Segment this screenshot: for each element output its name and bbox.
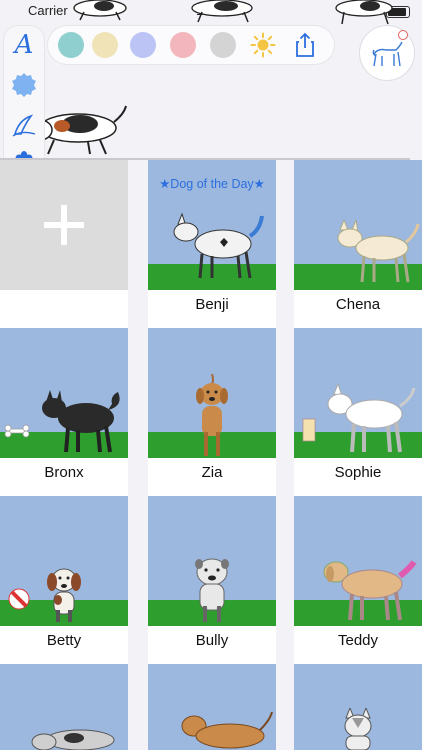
dog-scene bbox=[148, 328, 276, 458]
dog-card-zia[interactable]: Zia bbox=[148, 328, 276, 496]
dog-card-benji[interactable]: ★Dog of the Day★ Benji bbox=[148, 160, 276, 328]
dog-name: Bully bbox=[195, 632, 229, 649]
add-dog-tile[interactable] bbox=[0, 160, 128, 328]
dog-scene bbox=[294, 664, 422, 750]
dog-scene: ★Dog of the Day★ bbox=[148, 160, 276, 290]
share-icon[interactable] bbox=[290, 30, 320, 60]
dog-illustration bbox=[31, 729, 115, 750]
bone-toy bbox=[4, 424, 30, 438]
notification-badge bbox=[398, 30, 408, 40]
dog-name: Teddy bbox=[337, 632, 379, 649]
dog-card-betty[interactable]: Betty bbox=[0, 496, 128, 664]
dog-card-teddy[interactable]: Teddy bbox=[294, 496, 422, 664]
color-swatch-pink[interactable] bbox=[170, 32, 196, 58]
color-swatch-lavender[interactable] bbox=[130, 32, 156, 58]
dog-illustration bbox=[181, 711, 273, 749]
dog-scene bbox=[0, 496, 128, 626]
dog-of-the-day-label: ★Dog of the Day★ bbox=[159, 177, 265, 191]
header: Carrier 1:44 PM bbox=[0, 0, 422, 182]
dog-illustration bbox=[323, 560, 417, 621]
treat-jar bbox=[302, 418, 316, 442]
dog-illustration bbox=[195, 558, 229, 622]
dog-illustration bbox=[173, 212, 264, 279]
dog-scene bbox=[0, 328, 128, 458]
dog-illustration bbox=[42, 390, 120, 453]
dog-card-partial[interactable] bbox=[148, 664, 276, 750]
dog-scene bbox=[148, 496, 276, 626]
font-icon[interactable]: A bbox=[9, 30, 39, 60]
color-swatch-teal[interactable] bbox=[58, 32, 84, 58]
sun-icon[interactable] bbox=[248, 30, 278, 60]
dog-illustration bbox=[327, 384, 416, 453]
ball-toy bbox=[8, 588, 30, 610]
dog-name: Chena bbox=[335, 296, 381, 313]
dog-card-chena[interactable]: Chena bbox=[294, 160, 422, 328]
profile-avatar-button[interactable] bbox=[360, 26, 414, 80]
dog-card-partial[interactable] bbox=[0, 664, 128, 750]
dog-card-sophie[interactable]: Sophie bbox=[294, 328, 422, 496]
dog-scene bbox=[294, 496, 422, 626]
dog-name: Betty bbox=[46, 632, 82, 649]
dog-scene bbox=[294, 328, 422, 458]
header-dog-art bbox=[191, 0, 253, 23]
dog-name: Sophie bbox=[334, 464, 382, 481]
color-swatch-gray[interactable] bbox=[210, 32, 236, 58]
dog-name: Bronx bbox=[44, 464, 84, 481]
dog-illustration bbox=[47, 568, 81, 622]
dog-name: Zia bbox=[201, 464, 223, 481]
font-glyph: A bbox=[14, 30, 34, 60]
dog-card-bully[interactable]: Bully bbox=[148, 496, 276, 664]
badge-icon[interactable] bbox=[9, 70, 39, 100]
color-swatch-cream[interactable] bbox=[92, 32, 118, 58]
dog-card-partial[interactable] bbox=[294, 664, 422, 750]
carrier-label: Carrier bbox=[28, 3, 68, 18]
dog-illustration bbox=[344, 708, 372, 750]
pen-icon[interactable] bbox=[9, 110, 39, 140]
dog-scene bbox=[0, 664, 128, 750]
dog-outline-icon bbox=[372, 41, 403, 67]
dog-illustration bbox=[196, 374, 228, 456]
dog-card-bronx[interactable]: Bronx bbox=[0, 328, 128, 496]
header-dog-art bbox=[73, 0, 127, 21]
dog-grid: ★Dog of the Day★ Benji Chena Bronx Zia S… bbox=[0, 160, 422, 750]
color-toolbar bbox=[48, 26, 334, 64]
dog-name: Benji bbox=[195, 296, 229, 313]
dog-illustration bbox=[337, 220, 420, 283]
header-dog-art bbox=[335, 0, 393, 25]
dog-scene bbox=[294, 160, 422, 290]
dog-scene bbox=[148, 664, 276, 750]
plus-icon bbox=[0, 160, 128, 290]
